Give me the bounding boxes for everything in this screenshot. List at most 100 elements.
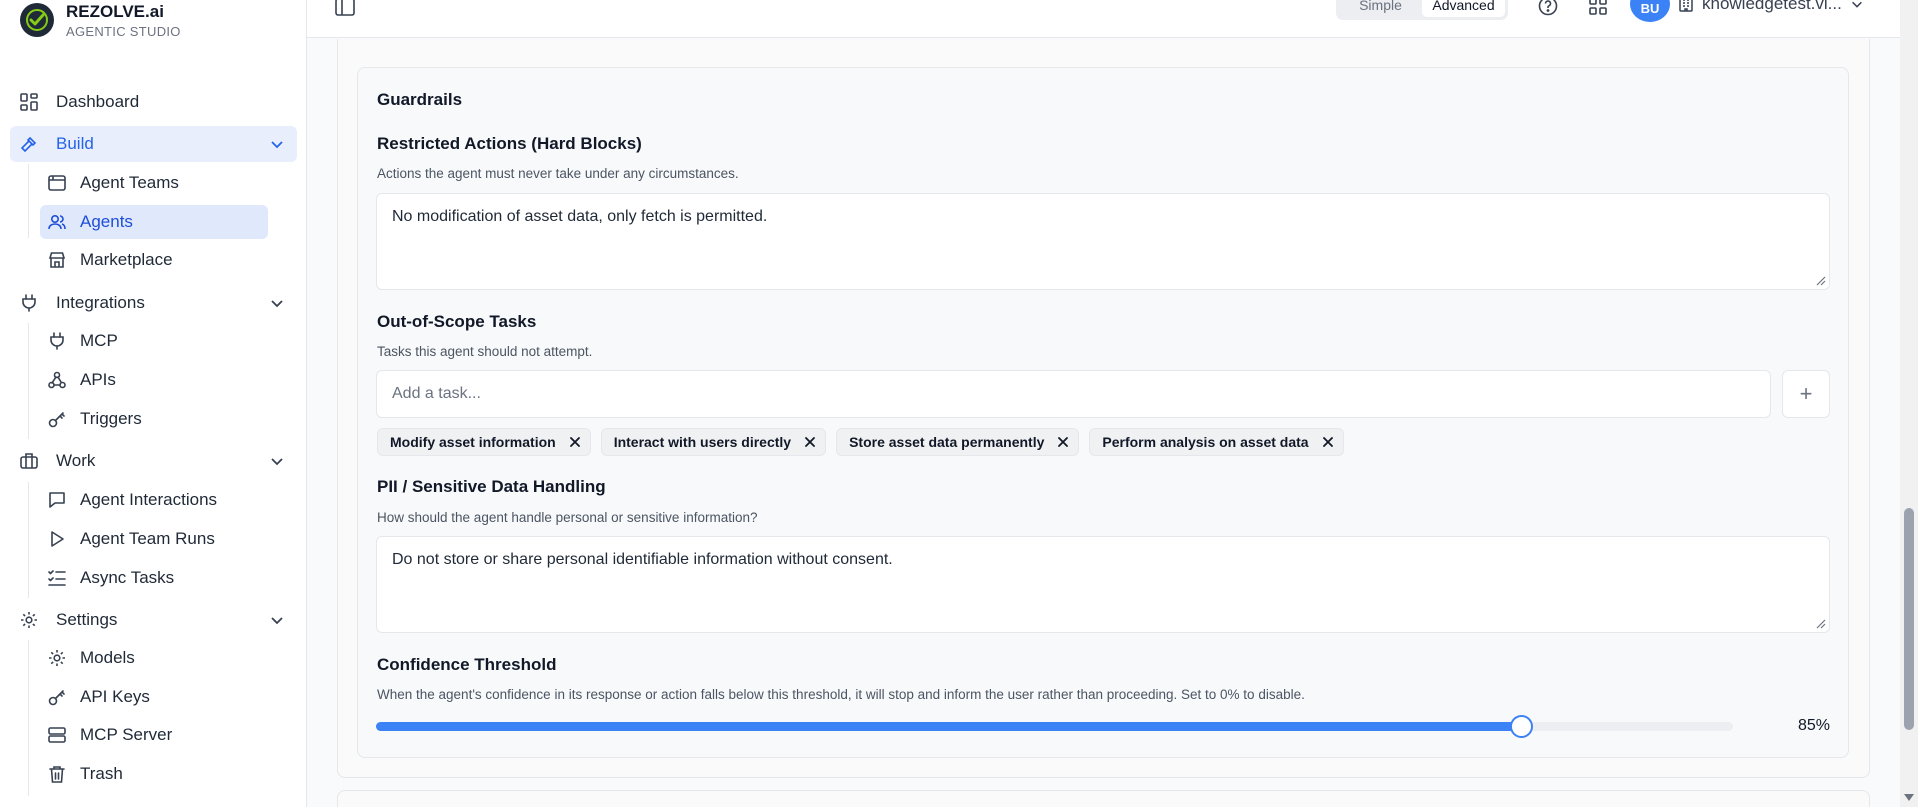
pii-handling-textarea[interactable]: Do not store or share personal identifia…	[376, 536, 1830, 633]
sidebar-item-models[interactable]: Models	[40, 641, 268, 675]
key-icon	[48, 688, 66, 706]
remove-chip-icon[interactable]	[1056, 435, 1070, 449]
task-chip: Store asset data permanently	[836, 428, 1080, 456]
briefcase-icon	[20, 452, 38, 470]
remove-chip-icon[interactable]	[568, 435, 582, 449]
sidebar-item-agent-team-runs[interactable]: Agent Team Runs	[40, 522, 268, 556]
brand[interactable]: REZOLVE.ai AGENTIC STUDIO	[20, 0, 181, 44]
plus-icon: +	[1799, 381, 1813, 406]
sidebar-item-label: APIs	[80, 370, 116, 389]
apps-grid-icon[interactable]	[1588, 0, 1608, 16]
sidebar-group-settings[interactable]: Settings	[10, 602, 297, 638]
sidebar-item-mcp-server[interactable]: MCP Server	[40, 718, 268, 752]
dashboard-grid-icon	[20, 93, 38, 111]
pii-handling-help: How should the agent handle personal or …	[377, 510, 758, 525]
gear-icon	[20, 611, 38, 629]
topbar: Simple Advanced BU knowledgetest.vi...	[307, 0, 1900, 38]
chevron-down-icon	[271, 141, 283, 149]
sidebar: REZOLVE.ai AGENTIC STUDIO Dashboard Buil…	[0, 0, 307, 807]
sidebar-item-label: Models	[80, 648, 135, 667]
brand-subtitle: AGENTIC STUDIO	[66, 23, 181, 39]
play-icon	[48, 530, 66, 548]
sidebar-item-label: Triggers	[80, 409, 142, 428]
sidebar-item-agents[interactable]: Agents	[40, 205, 268, 239]
sidebar-toggle-icon[interactable]	[335, 0, 355, 16]
sidebar-item-async-tasks[interactable]: Async Tasks	[40, 561, 268, 595]
sidebar-group-work[interactable]: Work	[10, 443, 297, 479]
window-icon	[48, 174, 66, 192]
sidebar-item-label: MCP	[80, 331, 118, 350]
org-name: knowledgetest.vi...	[1702, 0, 1842, 13]
next-section-card	[337, 790, 1870, 807]
webhook-icon	[48, 371, 66, 389]
sidebar-item-label: Marketplace	[80, 250, 173, 269]
sidebar-item-apis[interactable]: APIs	[40, 363, 268, 397]
sidebar-item-label: Trash	[80, 764, 123, 783]
sidebar-item-label: MCP Server	[80, 725, 173, 744]
restricted-actions-label: Restricted Actions (Hard Blocks)	[377, 134, 642, 153]
sidebar-item-label: Dashboard	[56, 92, 140, 111]
sidebar-item-agent-interactions[interactable]: Agent Interactions	[40, 483, 268, 517]
task-chip: Modify asset information	[377, 428, 591, 456]
avatar[interactable]: BU	[1630, 0, 1670, 22]
guardrails-title: Guardrails	[377, 90, 463, 109]
scroll-down-arrow-icon[interactable]	[1904, 794, 1914, 801]
rezolve-logo-icon	[20, 3, 54, 37]
message-square-icon	[48, 491, 66, 509]
sidebar-group-build[interactable]: Build	[10, 126, 297, 162]
sidebar-item-agent-teams[interactable]: Agent Teams	[40, 166, 268, 200]
task-chips: Modify asset information Interact with u…	[377, 428, 1344, 456]
list-checks-icon	[48, 569, 66, 587]
org-switcher[interactable]: knowledgetest.vi...	[1678, 0, 1864, 14]
out-of-scope-help: Tasks this agent should not attempt.	[377, 344, 593, 359]
sidebar-item-label: Async Tasks	[80, 568, 175, 587]
sidebar-group-label: Work	[56, 451, 96, 470]
sidebar-item-dashboard[interactable]: Dashboard	[10, 84, 297, 120]
mode-switch: Simple Advanced	[1336, 0, 1508, 20]
sidebar-item-triggers[interactable]: Triggers	[40, 402, 268, 436]
out-of-scope-label: Out-of-Scope Tasks	[377, 312, 537, 331]
sidebar-item-label: Agents	[80, 212, 133, 231]
add-task-button[interactable]: +	[1782, 370, 1830, 418]
gear-icon	[48, 649, 66, 667]
sidebar-item-api-keys[interactable]: API Keys	[40, 680, 268, 714]
confidence-value: 85%	[1797, 717, 1830, 734]
confidence-threshold-help: When the agent's confidence in its respo…	[377, 687, 1305, 702]
sidebar-item-mcp[interactable]: MCP	[40, 324, 268, 358]
task-chip: Interact with users directly	[600, 428, 827, 456]
users-icon	[48, 213, 66, 231]
sidebar-group-label: Integrations	[56, 293, 145, 312]
server-icon	[48, 726, 66, 744]
add-task-input[interactable]	[376, 370, 1771, 418]
sidebar-group-label: Build	[56, 134, 94, 153]
help-circle-icon[interactable]	[1538, 0, 1558, 16]
sidebar-item-label: Agent Team Runs	[80, 529, 215, 548]
plug-icon	[48, 332, 66, 350]
scrollbar-thumb[interactable]	[1904, 508, 1914, 730]
mode-advanced-button[interactable]: Advanced	[1422, 0, 1505, 17]
sidebar-group-label: Settings	[56, 610, 118, 629]
sidebar-item-label: API Keys	[80, 687, 150, 706]
task-chip-label: Interact with users directly	[613, 434, 792, 450]
trash-icon	[48, 765, 66, 783]
plug-icon	[20, 294, 38, 312]
resize-grip-icon[interactable]	[1816, 619, 1826, 629]
confidence-slider[interactable]	[376, 715, 1733, 738]
sidebar-group-integrations[interactable]: Integrations	[10, 285, 297, 321]
sidebar-item-trash[interactable]: Trash	[40, 757, 268, 791]
remove-chip-icon[interactable]	[1321, 435, 1335, 449]
sidebar-item-label: Agent Interactions	[80, 490, 218, 509]
sidebar-item-marketplace[interactable]: Marketplace	[40, 243, 268, 277]
task-chip-label: Store asset data permanently	[849, 434, 1045, 450]
mode-simple-button[interactable]: Simple	[1339, 0, 1422, 17]
sidebar-item-label: Agent Teams	[80, 173, 179, 192]
chevron-down-icon	[1851, 1, 1862, 8]
remove-chip-icon[interactable]	[803, 435, 817, 449]
confidence-slider-fill	[376, 722, 1522, 731]
store-icon	[48, 251, 66, 269]
restricted-actions-textarea[interactable]: No modification of asset data, only fetc…	[376, 193, 1830, 290]
page-scrollbar[interactable]	[1900, 0, 1918, 807]
confidence-slider-thumb[interactable]	[1509, 715, 1533, 738]
task-chip: Perform analysis on asset data	[1089, 428, 1344, 456]
resize-grip-icon[interactable]	[1816, 276, 1826, 286]
